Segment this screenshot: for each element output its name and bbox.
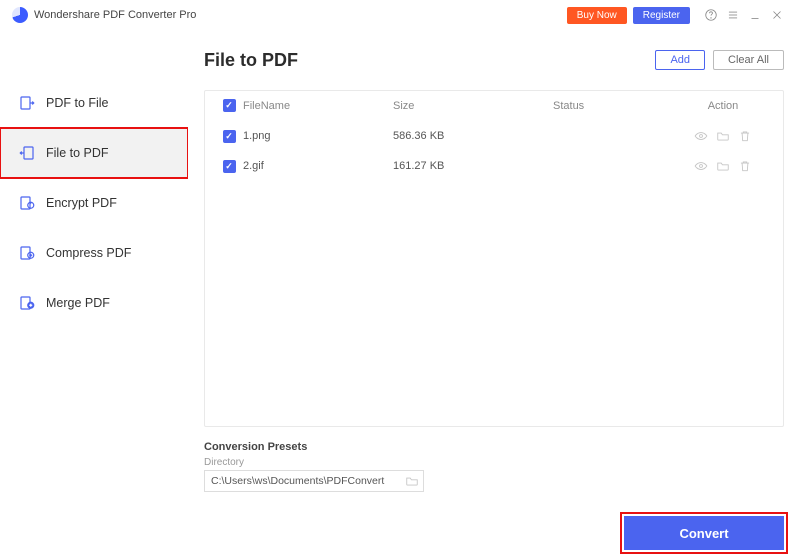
directory-input[interactable]: C:\Users\ws\Documents\PDFConvert [204, 470, 424, 492]
titlebar: Wondershare PDF Converter Pro Buy Now Re… [0, 0, 800, 30]
add-button[interactable]: Add [655, 50, 705, 70]
cell-size: 161.27 KB [393, 160, 553, 172]
table-row: 1.png 586.36 KB [205, 121, 783, 151]
view-icon[interactable] [694, 159, 708, 173]
sidebar-item-pdf-to-file[interactable]: PDF to File [0, 78, 188, 128]
folder-icon[interactable] [716, 129, 730, 143]
sidebar-item-merge-pdf[interactable]: Merge PDF [0, 278, 188, 328]
encrypt-pdf-icon [18, 194, 36, 212]
row-checkbox[interactable] [223, 130, 236, 143]
directory-value: C:\Users\ws\Documents\PDFConvert [211, 475, 384, 487]
page-title: File to PDF [204, 50, 647, 71]
help-icon[interactable] [700, 4, 722, 26]
delete-icon[interactable] [738, 159, 752, 173]
sidebar-item-label: Encrypt PDF [46, 196, 117, 210]
table-row: 2.gif 161.27 KB [205, 151, 783, 181]
delete-icon[interactable] [738, 129, 752, 143]
app-title: Wondershare PDF Converter Pro [34, 9, 196, 21]
column-header-size: Size [393, 100, 553, 112]
column-header-status: Status [553, 100, 673, 112]
register-button[interactable]: Register [633, 7, 690, 24]
sidebar-item-compress-pdf[interactable]: Compress PDF [0, 228, 188, 278]
folder-icon[interactable] [716, 159, 730, 173]
merge-pdf-icon [18, 294, 36, 312]
browse-folder-icon[interactable] [405, 474, 419, 488]
select-all-checkbox[interactable] [223, 99, 236, 112]
sidebar-item-label: PDF to File [46, 96, 109, 110]
sidebar: PDF to File File to PDF Encrypt PDF Comp… [0, 30, 188, 560]
file-table: FileName Size Status Action 1.png 586.36… [204, 90, 784, 427]
file-to-pdf-icon [18, 144, 36, 162]
presets-title: Conversion Presets [204, 441, 784, 453]
clear-all-button[interactable]: Clear All [713, 50, 784, 70]
close-icon[interactable] [766, 4, 788, 26]
row-checkbox[interactable] [223, 160, 236, 173]
sidebar-item-encrypt-pdf[interactable]: Encrypt PDF [0, 178, 188, 228]
cell-filename: 2.gif [243, 160, 393, 172]
cell-filename: 1.png [243, 130, 393, 142]
minimize-icon[interactable] [744, 4, 766, 26]
view-icon[interactable] [694, 129, 708, 143]
directory-label: Directory [204, 457, 784, 468]
convert-button[interactable]: Convert [624, 516, 784, 550]
column-header-action: Action [673, 100, 773, 112]
sidebar-item-file-to-pdf[interactable]: File to PDF [0, 128, 188, 178]
sidebar-item-label: File to PDF [46, 146, 109, 160]
cell-size: 586.36 KB [393, 130, 553, 142]
sidebar-item-label: Merge PDF [46, 296, 110, 310]
pdf-to-file-icon [18, 94, 36, 112]
app-logo-icon [12, 7, 28, 23]
compress-pdf-icon [18, 244, 36, 262]
buy-now-button[interactable]: Buy Now [567, 7, 627, 24]
column-header-filename: FileName [243, 100, 393, 112]
menu-icon[interactable] [722, 4, 744, 26]
sidebar-item-label: Compress PDF [46, 246, 131, 260]
